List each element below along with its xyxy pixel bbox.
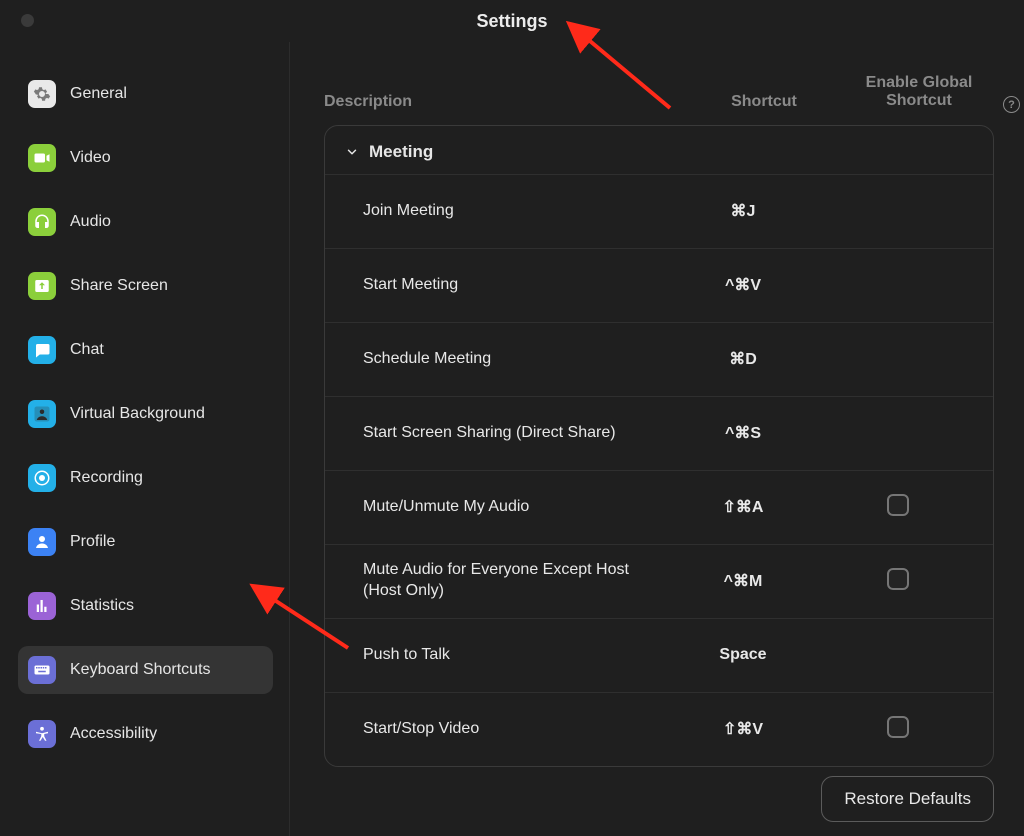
column-header-global: Enable Global Shortcut ?	[844, 74, 994, 111]
sidebar-item-access[interactable]: Accessibility	[18, 710, 273, 758]
shortcut-description: Start/Stop Video	[363, 719, 663, 740]
accessibility-icon	[28, 720, 56, 748]
sidebar-item-label: Recording	[70, 469, 143, 487]
sidebar-item-label: Chat	[70, 341, 104, 359]
main-pane: Description Shortcut Enable Global Short…	[290, 42, 1024, 836]
sidebar-item-label: Statistics	[70, 597, 134, 615]
shortcut-key[interactable]: ⌘D	[663, 349, 823, 369]
column-header-description: Description	[324, 93, 684, 111]
sidebar-item-label: Accessibility	[70, 725, 157, 743]
restore-defaults-button[interactable]: Restore Defaults	[821, 776, 994, 822]
window-control-dot[interactable]	[21, 14, 34, 27]
gear-icon	[28, 80, 56, 108]
chat-icon	[28, 336, 56, 364]
global-shortcut-cell	[823, 494, 973, 521]
chevron-down-icon	[345, 145, 359, 159]
shortcut-key[interactable]: Space	[663, 646, 823, 664]
sidebar-item-profile[interactable]: Profile	[18, 518, 273, 566]
shortcut-key[interactable]: ⇧⌘V	[663, 719, 823, 739]
shortcut-row: Push to TalkSpace	[325, 618, 993, 692]
column-header-shortcut: Shortcut	[684, 93, 844, 111]
keyboard-icon	[28, 656, 56, 684]
window-title: Settings	[476, 11, 547, 32]
sidebar-item-audio[interactable]: Audio	[18, 198, 273, 246]
sidebar-item-label: Audio	[70, 213, 111, 231]
shortcut-row: Start Screen Sharing (Direct Share)^⌘S	[325, 396, 993, 470]
sidebar-item-label: Share Screen	[70, 277, 168, 295]
headphones-icon	[28, 208, 56, 236]
person-icon	[28, 400, 56, 428]
sidebar-item-shortcuts[interactable]: Keyboard Shortcuts	[18, 646, 273, 694]
record-icon	[28, 464, 56, 492]
sidebar-item-stats[interactable]: Statistics	[18, 582, 273, 630]
column-header-global-label: Enable Global Shortcut	[844, 74, 994, 111]
shortcut-key[interactable]: ^⌘S	[663, 423, 823, 443]
sidebar-item-recording[interactable]: Recording	[18, 454, 273, 502]
sidebar-item-label: Profile	[70, 533, 115, 551]
shortcuts-panel: Meeting Join Meeting⌘JStart Meeting^⌘VSc…	[324, 125, 994, 767]
sidebar-item-chat[interactable]: Chat	[18, 326, 273, 374]
sidebar-item-label: Virtual Background	[70, 405, 205, 423]
global-shortcut-checkbox[interactable]	[887, 494, 909, 516]
global-shortcut-checkbox[interactable]	[887, 568, 909, 590]
sidebar: General Video Audio Share Screen Chat Virtual…	[0, 42, 290, 836]
titlebar: Settings	[0, 0, 1024, 42]
stats-icon	[28, 592, 56, 620]
shortcut-row: Mute/Unmute My Audio⇧⌘A	[325, 470, 993, 544]
sidebar-item-video[interactable]: Video	[18, 134, 273, 182]
sidebar-item-label: Video	[70, 149, 111, 167]
help-icon[interactable]: ?	[1003, 96, 1020, 113]
shortcut-row: Start/Stop Video⇧⌘V	[325, 692, 993, 766]
shortcut-description: Start Screen Sharing (Direct Share)	[363, 423, 663, 444]
share-icon	[28, 272, 56, 300]
shortcut-description: Push to Talk	[363, 645, 663, 666]
sidebar-item-label: Keyboard Shortcuts	[70, 661, 211, 679]
shortcut-row: Start Meeting^⌘V	[325, 248, 993, 322]
shortcut-description: Start Meeting	[363, 275, 663, 296]
video-icon	[28, 144, 56, 172]
sidebar-item-vbg[interactable]: Virtual Background	[18, 390, 273, 438]
shortcut-key[interactable]: ^⌘V	[663, 275, 823, 295]
shortcut-row: Join Meeting⌘J	[325, 174, 993, 248]
shortcut-description: Schedule Meeting	[363, 349, 663, 370]
sidebar-item-general[interactable]: General	[18, 70, 273, 118]
shortcut-description: Mute/Unmute My Audio	[363, 497, 663, 518]
sidebar-item-share[interactable]: Share Screen	[18, 262, 273, 310]
shortcut-description: Mute Audio for Everyone Except Host (Hos…	[363, 560, 663, 602]
content: General Video Audio Share Screen Chat Virtual…	[0, 42, 1024, 836]
sidebar-item-label: General	[70, 85, 127, 103]
shortcut-row: Schedule Meeting⌘D	[325, 322, 993, 396]
section-header-meeting[interactable]: Meeting	[325, 126, 993, 174]
shortcut-key[interactable]: ⇧⌘A	[663, 497, 823, 517]
column-header-row: Description Shortcut Enable Global Short…	[324, 74, 994, 125]
profile-icon	[28, 528, 56, 556]
global-shortcut-cell	[823, 568, 973, 595]
section-title: Meeting	[369, 142, 433, 162]
global-shortcut-cell	[823, 716, 973, 743]
shortcut-key[interactable]: ^⌘M	[663, 571, 823, 591]
shortcut-description: Join Meeting	[363, 201, 663, 222]
shortcut-row: Mute Audio for Everyone Except Host (Hos…	[325, 544, 993, 618]
global-shortcut-checkbox[interactable]	[887, 716, 909, 738]
shortcut-key[interactable]: ⌘J	[663, 201, 823, 221]
